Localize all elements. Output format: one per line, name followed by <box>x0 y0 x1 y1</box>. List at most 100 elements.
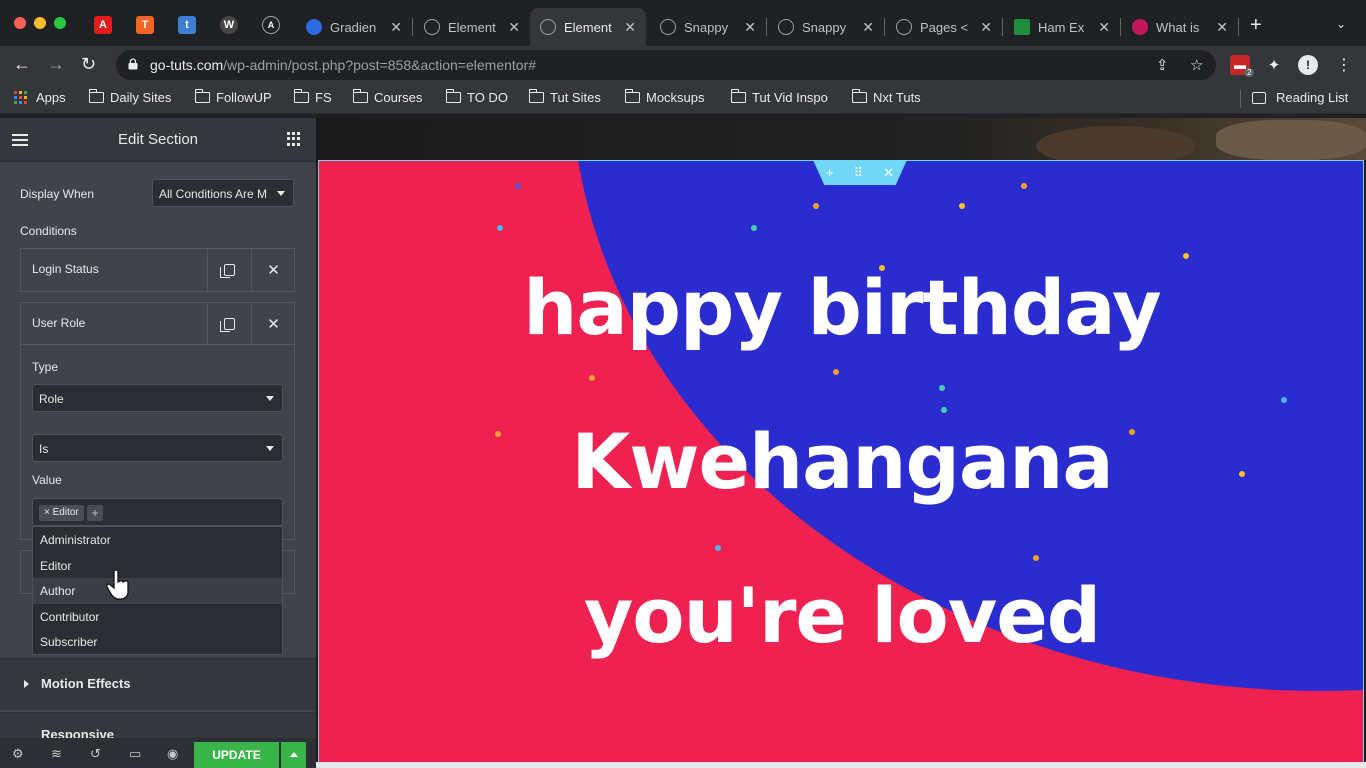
close-window-button[interactable] <box>14 17 26 29</box>
value-label: Value <box>32 473 62 487</box>
add-section-plus-icon[interactable]: + <box>826 165 834 180</box>
bookmark-to-do[interactable]: TO DO <box>445 89 508 105</box>
extensions-puzzle-icon[interactable]: ✦ <box>1264 55 1284 75</box>
headline-line-3[interactable]: you're loved <box>319 571 1363 660</box>
pinned-tab-a-circle-icon[interactable]: A <box>262 16 280 34</box>
update-button[interactable]: UPDATE <box>194 742 279 768</box>
close-tab-icon[interactable]: ✕ <box>1216 19 1228 36</box>
remove-condition-button[interactable]: ✕ <box>251 249 295 291</box>
delete-section-close-icon[interactable]: ✕ <box>883 165 894 181</box>
share-icon[interactable]: ⇪ <box>1156 56 1169 74</box>
bookmarks-bar: Apps Daily Sites FollowUP FS Courses TO … <box>0 84 1366 114</box>
tab-ham-ex[interactable]: Ham Ex ✕ <box>1004 8 1120 46</box>
close-tab-icon[interactable]: ✕ <box>744 19 756 36</box>
close-tab-icon[interactable]: ✕ <box>508 19 520 36</box>
tab-pages[interactable]: Pages < ✕ <box>886 8 1002 46</box>
tab-elementor-1[interactable]: Element ✕ <box>414 8 530 46</box>
condition-login-status[interactable]: Login Status ✕ <box>20 248 295 292</box>
tab-what-is[interactable]: What is ✕ <box>1122 8 1238 46</box>
tab-snappy-2[interactable]: Snappy ✕ <box>768 8 884 46</box>
display-when-select[interactable]: All Conditions Are M <box>152 179 294 207</box>
forward-arrow-icon[interactable]: → <box>47 54 65 74</box>
widgets-grid-icon[interactable] <box>287 132 301 146</box>
bookmark-star-icon[interactable]: ☆ <box>1190 56 1203 74</box>
close-tab-icon[interactable]: ✕ <box>862 19 874 36</box>
tab-gradient[interactable]: Gradien ✕ <box>296 8 412 46</box>
chevron-down-icon <box>266 396 274 401</box>
condition-title: Login Status <box>32 262 99 276</box>
folder-icon <box>851 89 867 103</box>
folder-icon <box>730 89 746 103</box>
responsive-section[interactable]: Responsive <box>0 712 316 738</box>
pinned-tab-t2-icon[interactable]: t <box>178 16 196 34</box>
dropdown-option[interactable]: Contributor <box>33 604 282 630</box>
headline-line-1[interactable]: happy birthday <box>319 263 1363 352</box>
dropdown-option[interactable]: Administrator <box>33 527 282 553</box>
maximize-window-button[interactable] <box>54 17 66 29</box>
history-icon[interactable]: ↺ <box>90 746 101 762</box>
copy-icon <box>220 264 235 278</box>
preview-eye-icon[interactable]: ◉ <box>167 746 178 762</box>
close-tab-icon[interactable]: ✕ <box>624 19 636 36</box>
pinned-tab-a-icon[interactable]: A <box>94 16 112 34</box>
hand-cursor-icon <box>106 570 129 600</box>
folder-icon <box>88 89 104 103</box>
type-select[interactable]: Role <box>32 384 283 412</box>
bookmark-courses[interactable]: Courses <box>352 89 422 105</box>
bookmark-mocksups[interactable]: Mocksups <box>624 89 705 105</box>
chevron-down-icon <box>266 446 274 451</box>
reload-icon[interactable]: ↻ <box>81 54 96 74</box>
tab-snappy-1[interactable]: Snappy ✕ <box>650 8 766 46</box>
duplicate-condition-button[interactable] <box>207 303 251 345</box>
pinned-tab-t-icon[interactable]: T <box>136 16 154 34</box>
bookmark-daily-sites[interactable]: Daily Sites <box>88 89 171 105</box>
globe-favicon-icon <box>540 19 556 35</box>
drag-grip-icon[interactable]: ⠿ <box>854 165 864 181</box>
browser-menu-icon[interactable]: ⋮ <box>1334 55 1354 75</box>
bookmark-tut-vid-inspo[interactable]: Tut Vid Inspo <box>730 89 828 105</box>
bookmark-nxt-tuts[interactable]: Nxt Tuts <box>851 89 921 105</box>
profile-avatar[interactable]: ! <box>1298 55 1318 75</box>
dropdown-option[interactable]: Subscriber <box>33 629 282 655</box>
reading-list[interactable]: Reading List <box>1252 90 1348 105</box>
apps-grid-icon <box>14 90 28 105</box>
add-tag-button[interactable]: + <box>87 505 103 521</box>
bookmark-tut-sites[interactable]: Tut Sites <box>528 89 601 105</box>
duplicate-condition-button[interactable] <box>207 249 251 291</box>
header-image-strip <box>316 118 1366 166</box>
close-tab-icon[interactable]: ✕ <box>390 19 402 36</box>
bookmark-followup[interactable]: FollowUP <box>194 89 272 105</box>
panel-header: Edit Section <box>0 118 316 162</box>
pinned-tab-wordpress-icon[interactable]: W <box>220 16 238 34</box>
remove-condition-button[interactable]: ✕ <box>251 303 295 345</box>
close-tab-icon[interactable]: ✕ <box>980 19 992 36</box>
save-options-arrow-icon[interactable] <box>281 742 306 768</box>
responsive-mode-icon[interactable]: ▭ <box>129 746 141 762</box>
navigator-layers-icon[interactable]: ≋ <box>51 746 62 762</box>
operator-select[interactable]: Is <box>32 434 283 462</box>
tab-elementor-active[interactable]: Element ✕ <box>530 8 646 46</box>
close-icon: ✕ <box>267 262 280 279</box>
section-handle[interactable]: + ⠿ ✕ <box>813 161 907 185</box>
address-bar[interactable]: go-tuts.com/wp-admin/post.php?post=858&a… <box>116 50 1216 80</box>
dropdown-option[interactable]: Editor <box>33 553 282 579</box>
dropdown-option-highlighted[interactable]: Author <box>33 578 282 604</box>
panel-title: Edit Section <box>117 131 199 148</box>
close-tab-icon[interactable]: ✕ <box>1098 19 1110 36</box>
settings-gear-icon[interactable]: ⚙ <box>12 746 24 762</box>
value-tag-input[interactable]: × Editor + <box>32 498 283 526</box>
folder-icon <box>445 89 461 103</box>
back-arrow-icon[interactable]: ← <box>13 54 31 74</box>
motion-effects-section[interactable]: Motion Effects <box>0 658 316 710</box>
url-text[interactable]: go-tuts.com/wp-admin/post.php?post=858&a… <box>150 57 536 73</box>
selected-tag-editor[interactable]: × Editor <box>39 505 84 521</box>
bookmark-fs[interactable]: FS <box>293 89 332 105</box>
tab-search-chevron-icon[interactable]: ⌄ <box>1336 17 1346 31</box>
birthday-section[interactable]: + ⠿ ✕ happy birthday Kwehangana you're l… <box>318 160 1364 768</box>
headline-line-2[interactable]: Kwehangana <box>319 417 1363 506</box>
extension-badge: 2 <box>1244 68 1255 77</box>
caret-right-icon <box>24 680 29 688</box>
minimize-window-button[interactable] <box>34 17 46 29</box>
bookmark-apps[interactable]: Apps <box>14 90 66 105</box>
new-tab-plus-icon[interactable]: + <box>1250 14 1262 37</box>
